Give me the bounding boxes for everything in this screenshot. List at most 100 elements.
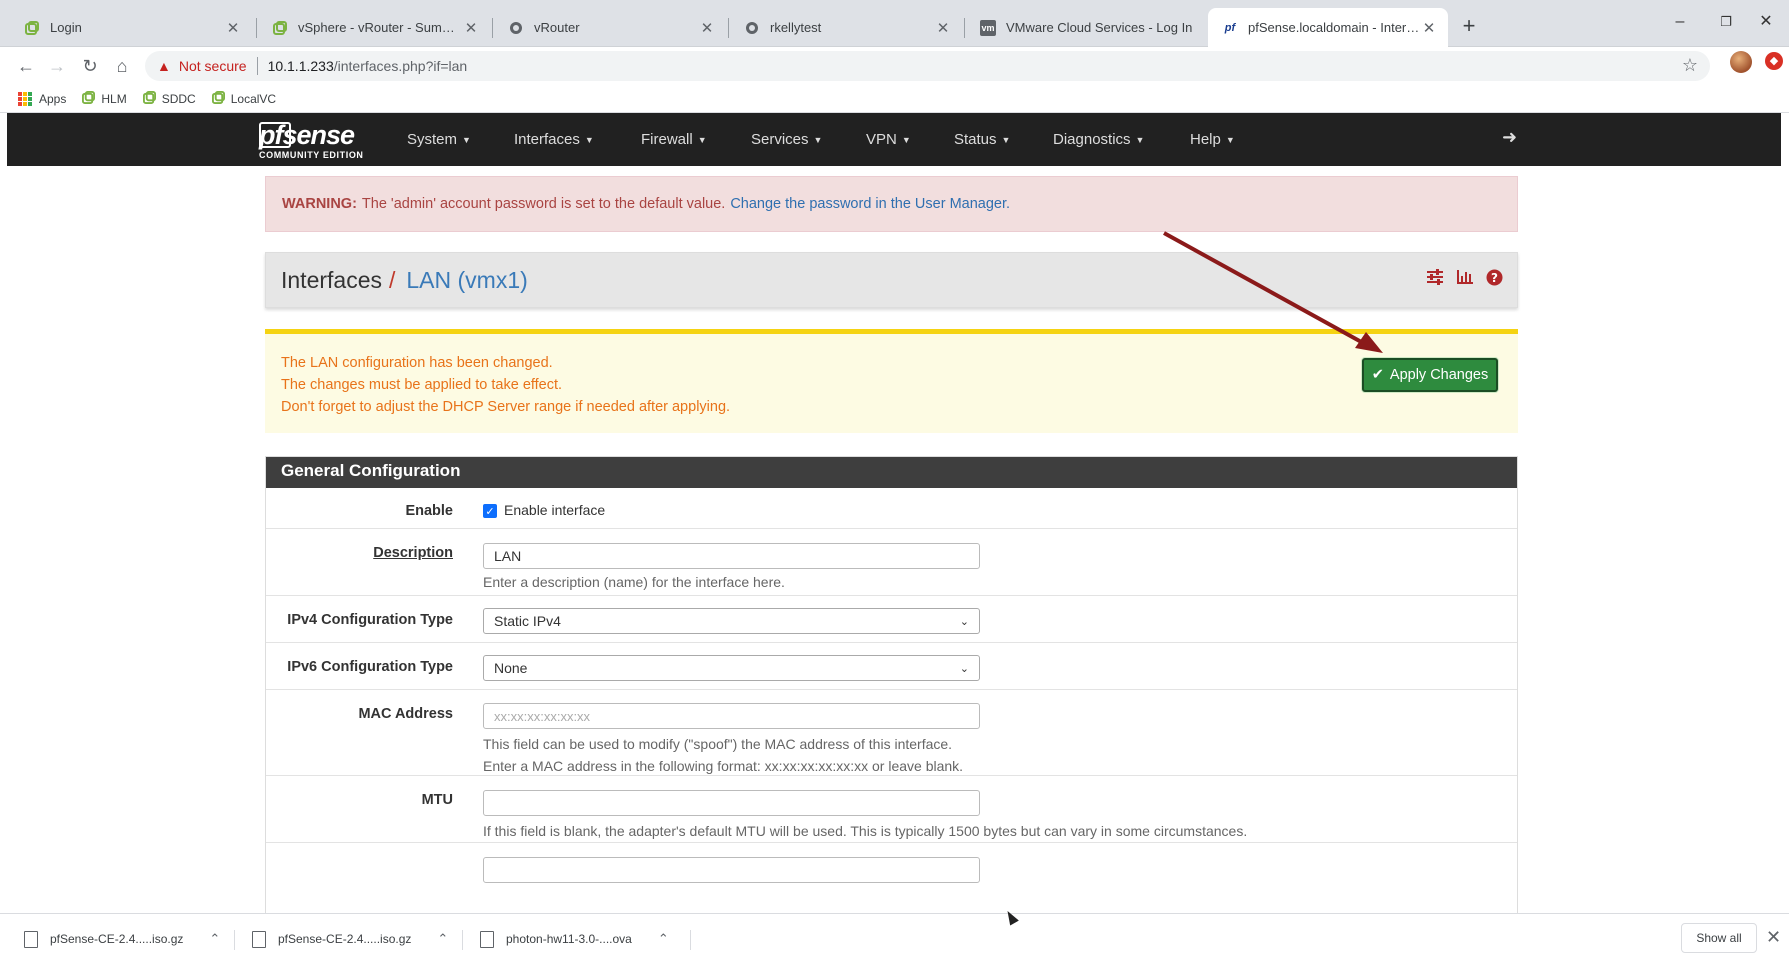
logo-subtitle: COMMUNITY EDITION (259, 150, 364, 160)
menu-diagnostics[interactable]: Diagnostics ▼ (1053, 113, 1144, 166)
vm-favicon-icon: vm (980, 19, 996, 36)
ipv4-label: IPv4 Configuration Type (287, 612, 453, 628)
caret-down-icon: ▼ (697, 134, 707, 145)
download-divider (234, 930, 235, 950)
download-item[interactable]: photon-hw11-3.0-....ova ⌃ (480, 922, 669, 956)
bookmark-apps[interactable]: Apps (18, 91, 66, 106)
close-window-button[interactable]: ✕ (1743, 8, 1789, 36)
mss-row-partial (266, 843, 1517, 883)
tab-rkellytest[interactable]: rkellytest ✕ (730, 8, 962, 47)
menu-label: Help (1190, 131, 1221, 148)
close-tab-icon[interactable]: ✕ (1420, 19, 1438, 37)
reload-icon[interactable]: ↻ (76, 52, 104, 80)
tab-title: pfSense.localdomain - Interfaces (1248, 20, 1420, 35)
description-input[interactable]: LAN (483, 543, 980, 569)
home-icon[interactable]: ⌂ (108, 52, 136, 80)
close-tab-icon[interactable]: ✕ (224, 19, 242, 37)
tab-title: rkellytest (770, 20, 822, 35)
download-filename: pfSense-CE-2.4.....iso.gz (50, 932, 184, 946)
menu-vpn[interactable]: VPN ▼ (866, 113, 911, 166)
notice-line: The LAN configuration has been changed. (281, 355, 553, 371)
menu-interfaces[interactable]: Interfaces ▼ (514, 113, 594, 166)
bookmark-star-icon[interactable]: ☆ (1682, 55, 1698, 76)
help-question-icon[interactable]: ? (1486, 269, 1503, 291)
menu-help[interactable]: Help ▼ (1190, 113, 1235, 166)
caret-down-icon: ▼ (813, 134, 823, 145)
svg-text:?: ? (1491, 271, 1498, 285)
new-tab-button[interactable]: + (1455, 12, 1483, 40)
tab-pfsense-interfaces[interactable]: pf pfSense.localdomain - Interfaces ✕ (1208, 8, 1448, 47)
file-icon (252, 930, 266, 948)
downloads-bar: pfSense-CE-2.4.....iso.gz ⌃ pfSense-CE-2… (0, 913, 1789, 962)
download-item[interactable]: pfSense-CE-2.4.....iso.gz ⌃ (252, 922, 448, 956)
forward-arrow-icon[interactable]: → (43, 52, 71, 80)
address-bar[interactable]: ▲ Not secure 10.1.1.233/interfaces.php?i… (145, 51, 1710, 81)
logout-icon[interactable]: ➜ (1502, 127, 1517, 148)
chevron-up-icon[interactable]: ⌃ (437, 931, 448, 947)
url-text[interactable]: 10.1.1.233/interfaces.php?if=lan (268, 58, 468, 74)
close-downloads-icon[interactable]: ✕ (1766, 927, 1781, 948)
caret-down-icon: ▼ (901, 134, 911, 145)
sliders-icon[interactable] (1426, 269, 1444, 291)
profile-avatar[interactable] (1730, 51, 1752, 73)
tab-strip: Login ✕ vSphere - vRouter - Summary ✕ vR… (0, 0, 1789, 47)
menu-status[interactable]: Status ▼ (954, 113, 1010, 166)
browser-window: Login ✕ vSphere - vRouter - Summary ✕ vR… (0, 0, 1789, 962)
vsphere-favicon-icon (272, 20, 288, 36)
logo-word: sense (282, 120, 355, 150)
mtu-input[interactable] (483, 790, 980, 816)
tab-vmware-cloud[interactable]: vm VMware Cloud Services - Log In (966, 8, 1206, 47)
not-secure-label[interactable]: Not secure (179, 58, 247, 74)
bar-chart-icon[interactable] (1456, 269, 1474, 291)
bookmark-sddc[interactable]: SDDC (142, 90, 196, 107)
breadcrumb-separator: / (389, 266, 396, 293)
download-item[interactable]: pfSense-CE-2.4.....iso.gz ⌃ (24, 922, 220, 956)
close-tab-icon[interactable]: ✕ (698, 19, 716, 37)
close-tab-icon[interactable]: ✕ (934, 19, 952, 37)
tab-vsphere[interactable]: vSphere - vRouter - Summary ✕ (258, 8, 490, 47)
tab-vrouter[interactable]: vRouter ✕ (494, 8, 726, 47)
globe-icon (508, 20, 524, 36)
menu-label: Status (954, 131, 997, 148)
menu-label: System (407, 131, 458, 148)
menu-firewall[interactable]: Firewall ▼ (641, 113, 707, 166)
apply-changes-notice: The LAN configuration has been changed. … (265, 329, 1518, 433)
globe-icon (744, 20, 760, 36)
pfsense-logo[interactable]: pfsense COMMUNITY EDITION (259, 120, 389, 162)
ipv6-row: IPv6 Configuration Type None ⌄ (266, 643, 1517, 690)
menu-system[interactable]: System ▼ (407, 113, 471, 166)
tab-divider (728, 18, 729, 38)
vsphere-favicon-icon (211, 90, 225, 107)
bookmark-localvc[interactable]: LocalVC (211, 90, 276, 107)
ipv6-type-select[interactable]: None ⌄ (483, 655, 980, 681)
back-arrow-icon[interactable]: ← (12, 52, 40, 80)
menu-services[interactable]: Services ▼ (751, 113, 822, 166)
tab-title: Login (50, 20, 82, 35)
ipv6-selected-value: None (494, 660, 528, 676)
enable-checkbox[interactable]: ✓ (483, 504, 497, 519)
bookmark-hlm[interactable]: HLM (82, 90, 127, 107)
mac-address-input[interactable]: xx:xx:xx:xx:xx:xx (483, 703, 980, 729)
close-tab-icon[interactable]: ✕ (462, 19, 480, 37)
minimize-button[interactable]: – (1657, 8, 1703, 36)
show-all-button[interactable]: Show all (1681, 923, 1757, 953)
chevron-up-icon[interactable]: ⌃ (209, 931, 220, 947)
user-manager-link[interactable]: Change the password in the User Manager. (730, 196, 1010, 212)
chevron-up-icon[interactable]: ⌃ (658, 931, 669, 947)
bookmarks-bar: Apps HLM SDDC LocalVC (0, 85, 1789, 113)
breadcrumb-current[interactable]: LAN (vmx1) (406, 267, 527, 294)
download-filename: photon-hw11-3.0-....ova (506, 932, 632, 946)
notice-line: Don't forget to adjust the DHCP Server r… (281, 399, 731, 415)
chevron-down-icon: ⌄ (959, 662, 969, 675)
enable-checkbox-group[interactable]: ✓ Enable interface (483, 502, 605, 519)
breadcrumb-parent[interactable]: Interfaces (281, 267, 382, 294)
warning-label: WARNING: (282, 196, 357, 212)
mac-help-2: Enter a MAC address in the following for… (483, 758, 964, 774)
download-divider (690, 930, 691, 950)
mss-input[interactable] (483, 857, 980, 883)
ipv4-type-select[interactable]: Static IPv4 ⌄ (483, 608, 980, 634)
tab-login[interactable]: Login ✕ (10, 8, 252, 47)
extension-icon[interactable]: ◆ (1765, 52, 1783, 70)
ipv4-selected-value: Static IPv4 (494, 613, 561, 629)
apply-changes-button[interactable]: ✔ Apply Changes (1362, 358, 1498, 392)
